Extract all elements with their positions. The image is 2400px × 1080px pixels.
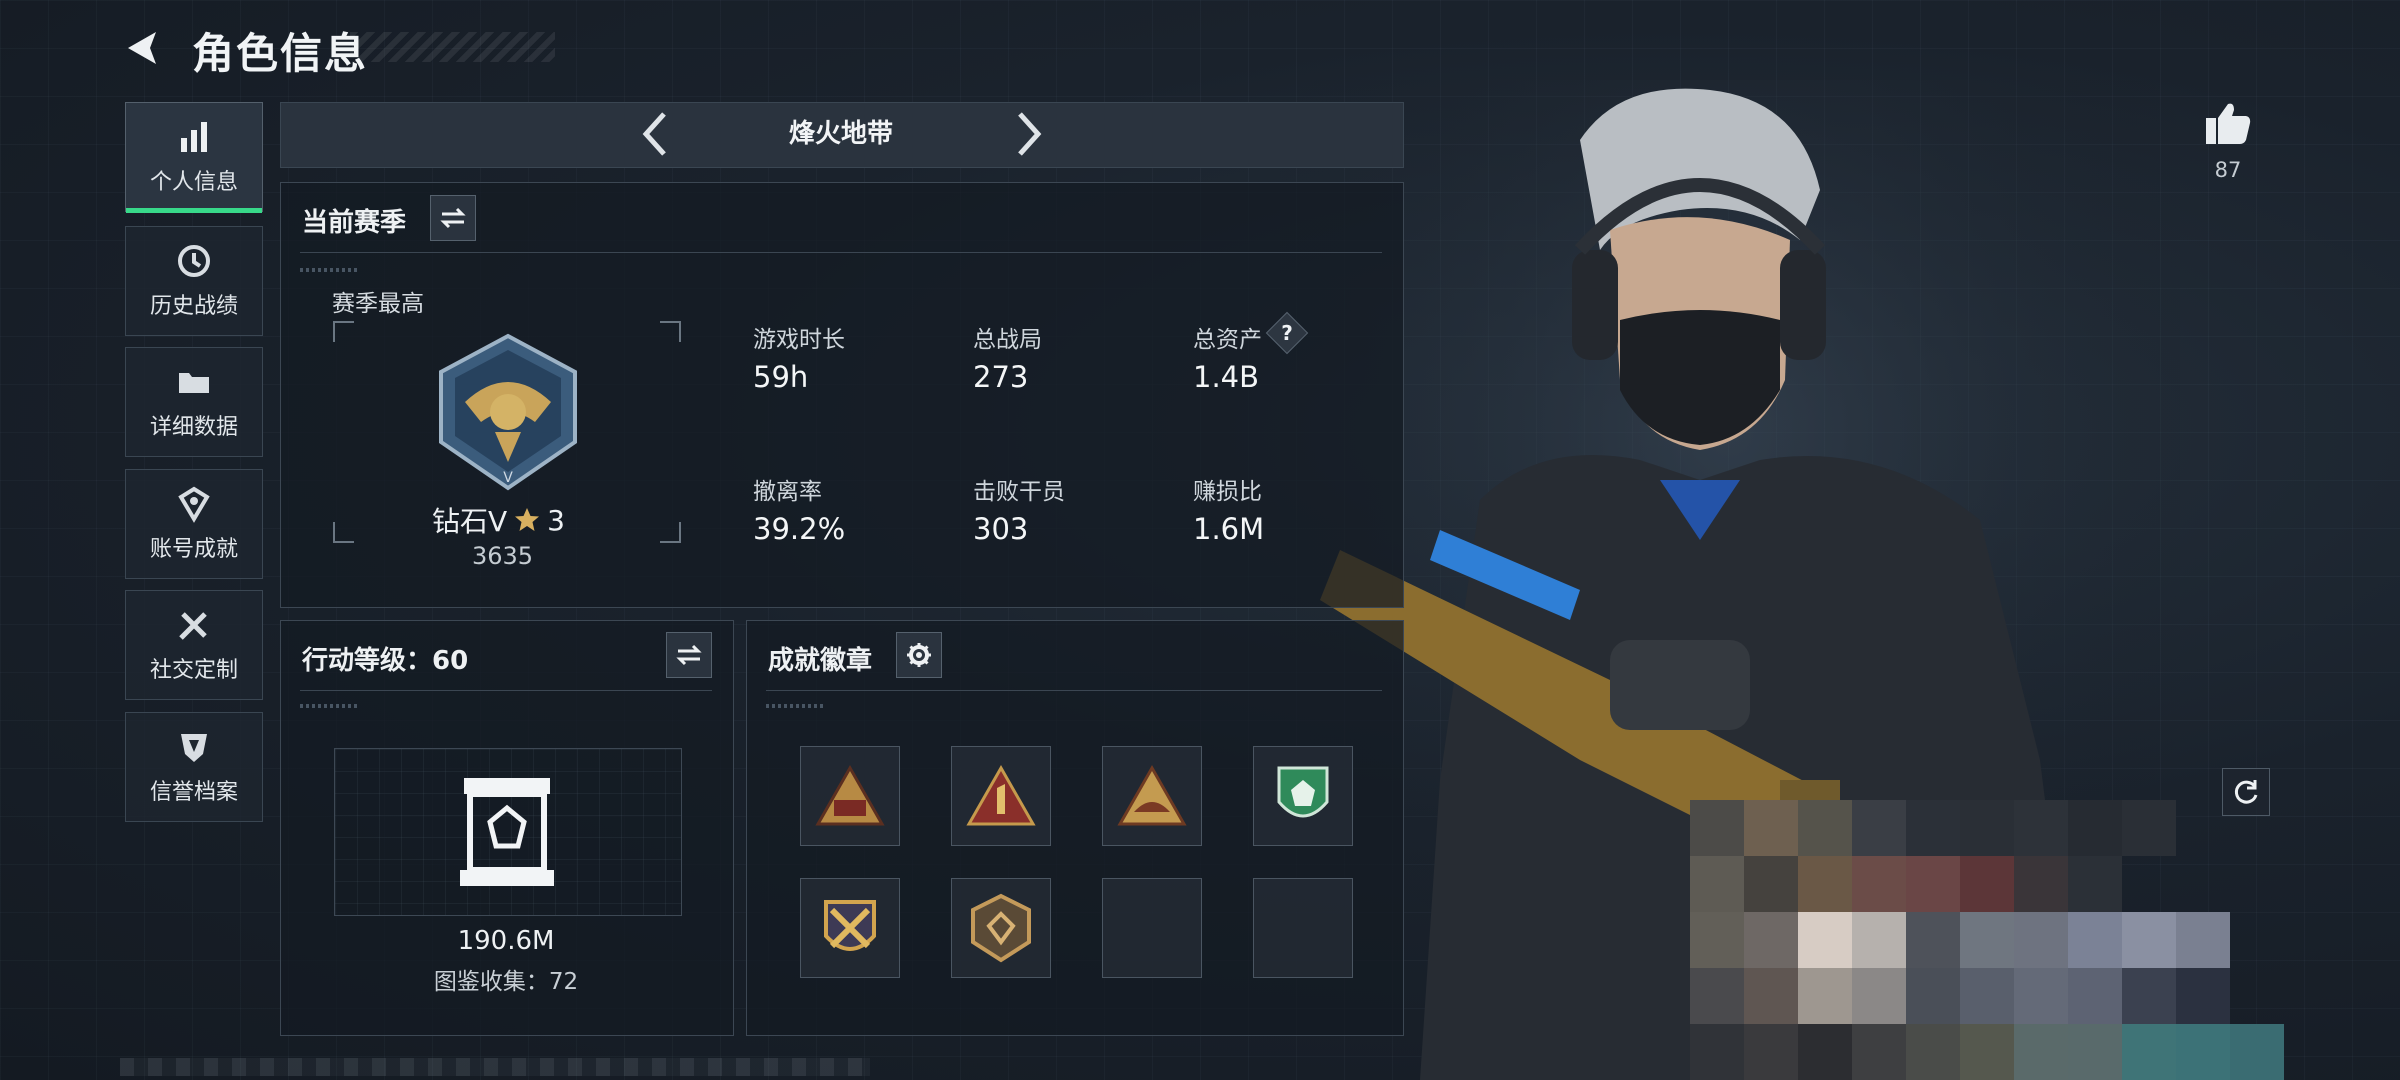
rank-name: 钻石V [432,505,508,538]
bronze-triangle-badge-icon [815,764,885,826]
achievement-badge-slot-empty[interactable] [1253,878,1353,978]
crossed-swords-badge-icon [824,900,876,951]
stat-value-extract-rate: 39.2% [753,512,846,546]
sidebar-item-label: 个人信息 [149,170,238,195]
collection-value: 190.6M [457,926,555,956]
divider [300,252,1382,253]
gold-triangle-badge-icon [1117,764,1187,826]
achievement-badge-slot-empty[interactable] [1102,878,1202,978]
sidebar-item-credit-record[interactable]: 信誉档案 [125,712,263,822]
swap-icon [440,207,466,229]
pixelated-mosaic [1690,800,2290,1080]
sidebar-item-label: 社交定制 [149,658,238,683]
action-level-title: 行动等级：60 [302,646,469,676]
chevron-right-icon[interactable] [1008,108,1048,160]
mode-title: 烽火地带 [788,119,893,149]
dash-decoration [766,704,826,708]
page-title: 角色信息 [192,29,369,78]
sidebar-item-account-achievements[interactable]: 账号成就 [125,469,263,579]
blurred-footer-text [120,1058,870,1076]
achievements-settings-button[interactable] [896,632,942,678]
swap-icon [676,644,702,666]
credit-shield-icon [181,734,207,762]
gear-icon [907,643,931,667]
stat-label-profit-ratio: 赚损比 [1193,479,1262,505]
achievement-badge-slot[interactable] [951,878,1051,978]
svg-text:V: V [503,470,513,486]
season-switch-button[interactable] [430,195,476,241]
stat-value-operators-killed: 303 [973,512,1029,546]
history-icon [178,245,210,277]
collection-trophy-icon [460,778,554,886]
rotate-icon [2234,780,2258,804]
sidebar-item-label: 历史战绩 [149,294,238,319]
collection-count: 图鉴收集：72 [433,969,579,995]
divider [766,690,1382,691]
sidebar-item-label: 信誉档案 [149,780,238,805]
star-icon [515,508,540,531]
stat-value-profit-ratio: 1.6M [1193,512,1265,546]
achievement-badge-slot[interactable] [800,878,900,978]
season-title: 当前赛季 [302,208,407,238]
stat-value-total-matches: 273 [973,360,1029,394]
achievement-badge-slot[interactable] [1102,746,1202,846]
stat-label-operators-killed: 击败干员 [973,479,1065,505]
rank-score: 3635 [472,542,534,570]
thumbs-up-icon[interactable] [2204,100,2252,146]
rank-one-triangle-badge-icon [966,764,1036,826]
back-arrow-icon[interactable] [120,26,164,70]
folder-icon [179,373,209,393]
stat-value-play-time: 59h [753,360,809,394]
bronze-hex-badge-icon [971,893,1031,963]
sidebar-item-detailed-data[interactable]: 详细数据 [125,347,263,457]
bar-chart-icon [181,122,207,152]
achievement-icon [178,486,210,523]
sidebar-item-label: 账号成就 [149,537,238,562]
title-decoration [350,32,555,62]
help-icon[interactable]: ? [1272,318,1302,348]
achievement-badge-slot[interactable] [951,746,1051,846]
sidebar-item-history[interactable]: 历史战绩 [125,226,263,336]
sidebar-item-personal-info[interactable]: 个人信息 [125,102,263,213]
stat-label-total-matches: 总战局 [973,327,1042,353]
diamond-rank-emblem-icon: V [439,333,577,491]
rank-line: 钻石V 3 [432,500,565,540]
rotate-view-button[interactable] [2222,768,2270,816]
like-count: 87 [2214,158,2242,182]
sidebar-item-label: 详细数据 [149,415,238,440]
sidebar-item-social-customize[interactable]: 社交定制 [125,590,263,700]
achievement-badge-slot[interactable] [1253,746,1353,846]
stat-label-total-assets: 总资产 [1193,327,1262,353]
green-shield-badge-icon [1277,766,1329,818]
achievements-title: 成就徽章 [768,646,873,676]
season-best-label: 赛季最高 [332,291,424,317]
achievement-badge-slot[interactable] [800,746,900,846]
stat-label-play-time: 游戏时长 [753,327,845,353]
dash-decoration [300,268,360,272]
divider [300,690,712,691]
tools-icon [179,612,207,640]
action-level-switch-button[interactable] [666,632,712,678]
stat-value-total-assets: 1.4B [1193,360,1260,394]
dash-decoration [300,704,360,708]
stat-label-extract-rate: 撤离率 [753,479,822,505]
rank-stars: 3 [547,503,565,537]
